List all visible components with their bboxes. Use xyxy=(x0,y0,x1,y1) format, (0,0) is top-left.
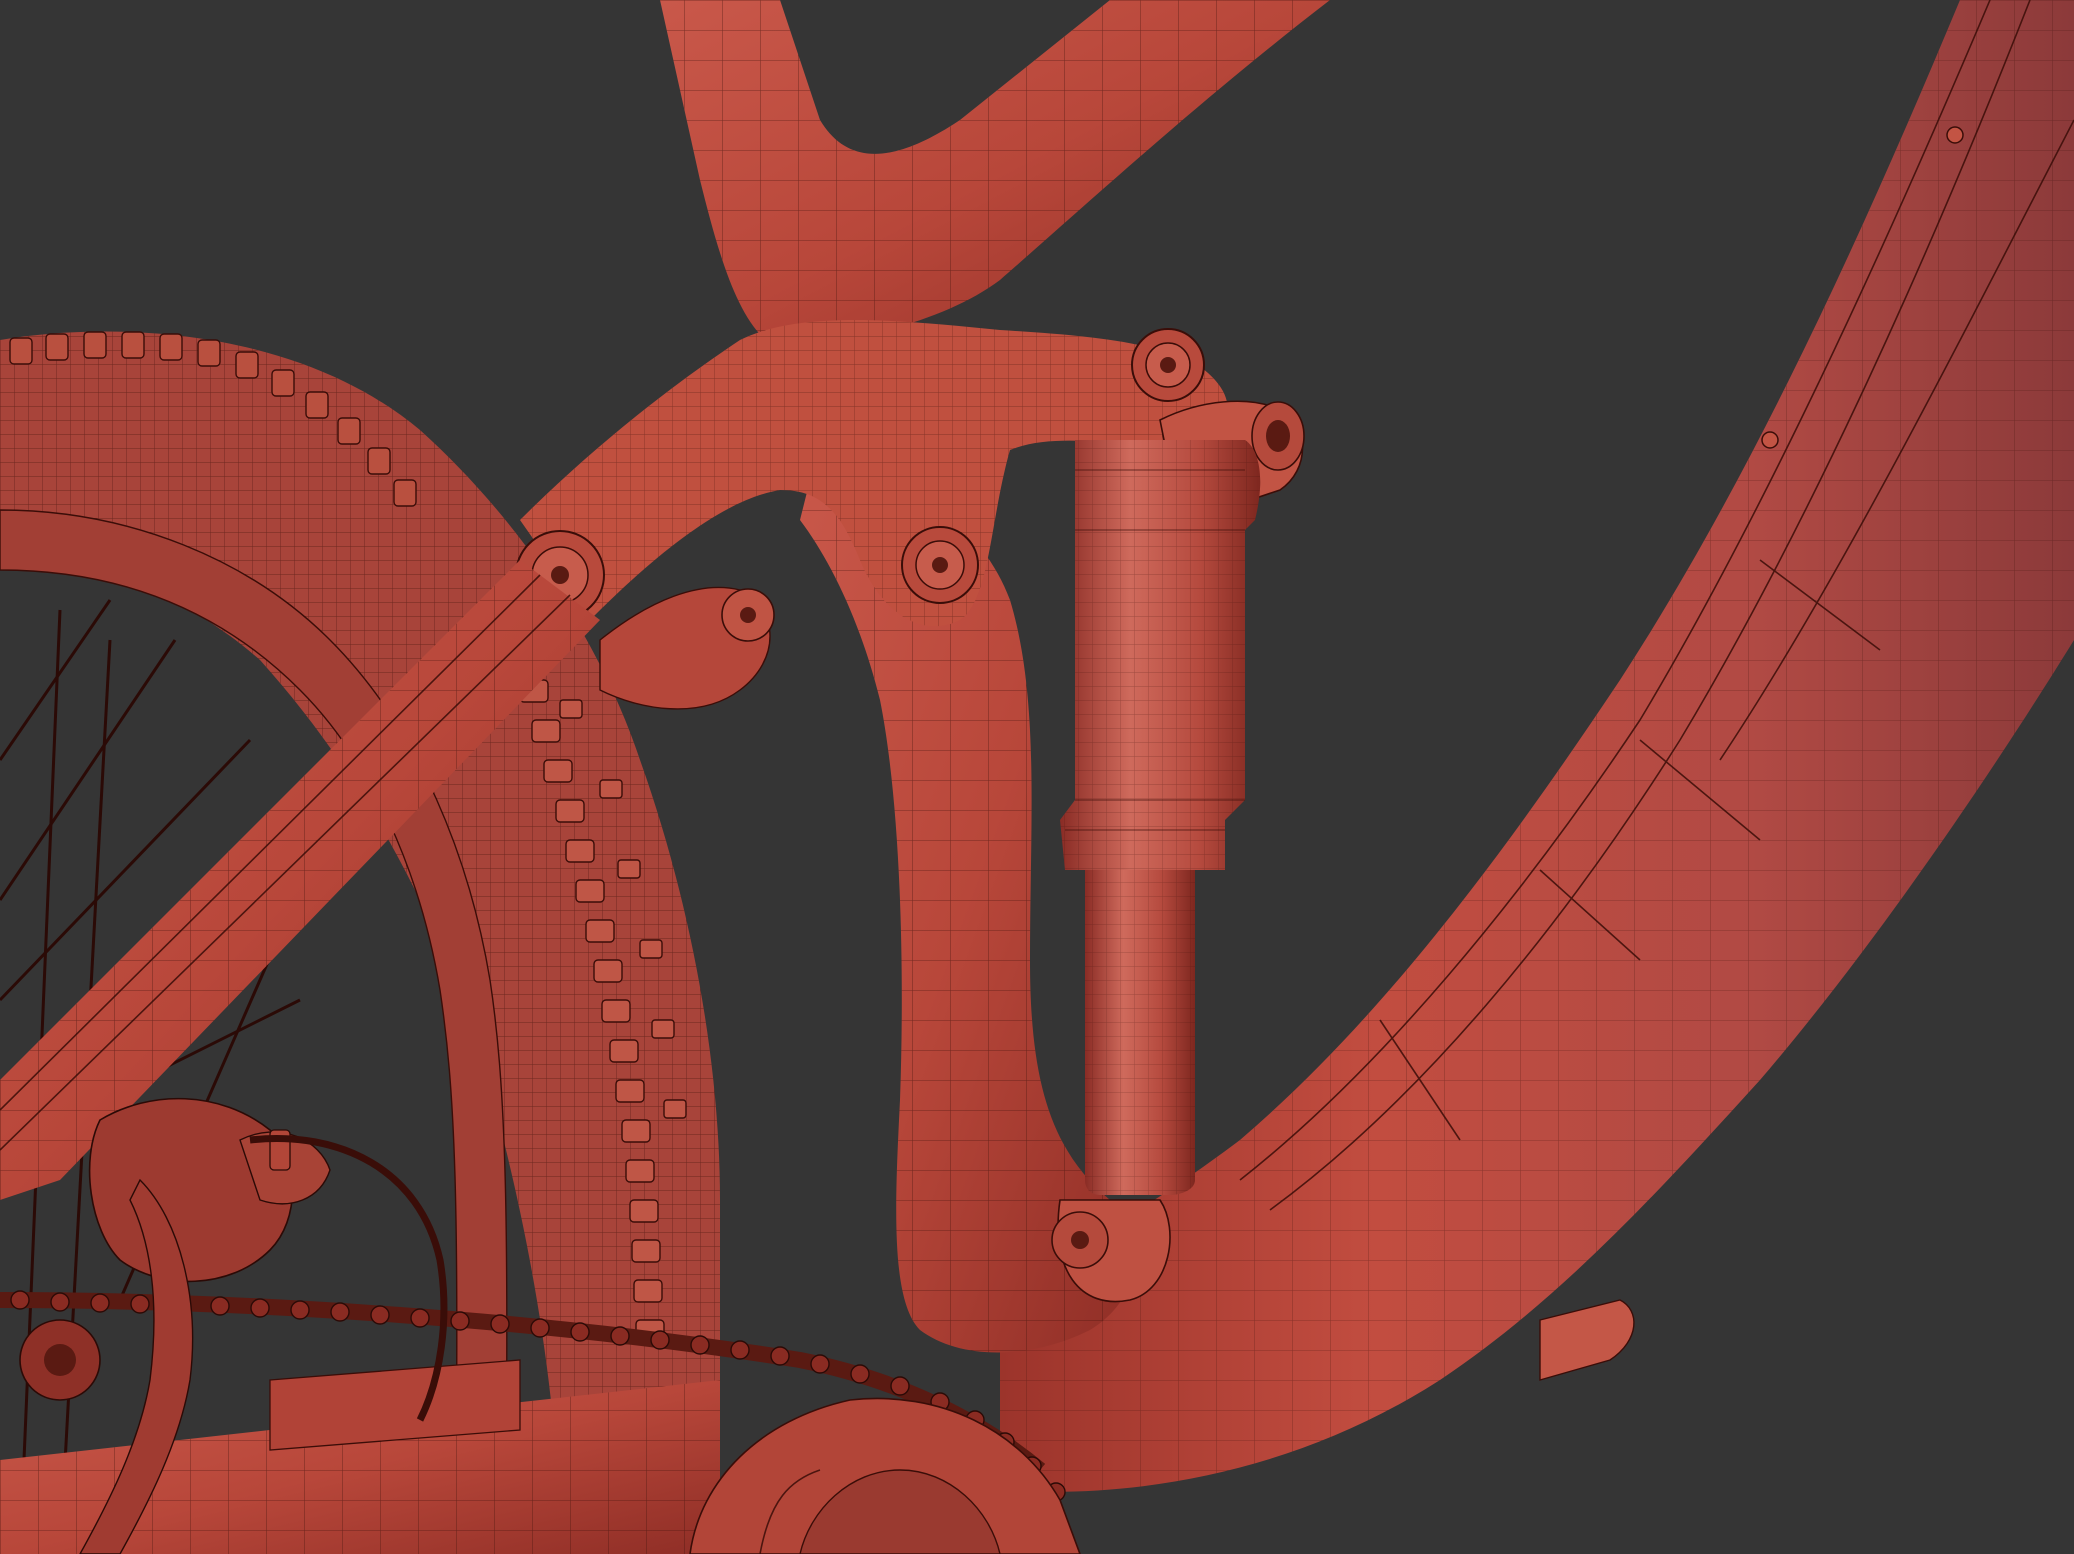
seat-stay-link xyxy=(599,586,775,710)
seat-stay-upper-frame xyxy=(660,0,1330,350)
bottle-mount-bolt xyxy=(1946,126,1964,144)
bike-render-scene xyxy=(0,0,2074,1554)
chain-guide xyxy=(1539,1299,1635,1381)
pivot-bolt xyxy=(1131,328,1205,402)
bottle-mount-bolt xyxy=(1761,431,1779,449)
pivot-bolt xyxy=(901,526,979,604)
